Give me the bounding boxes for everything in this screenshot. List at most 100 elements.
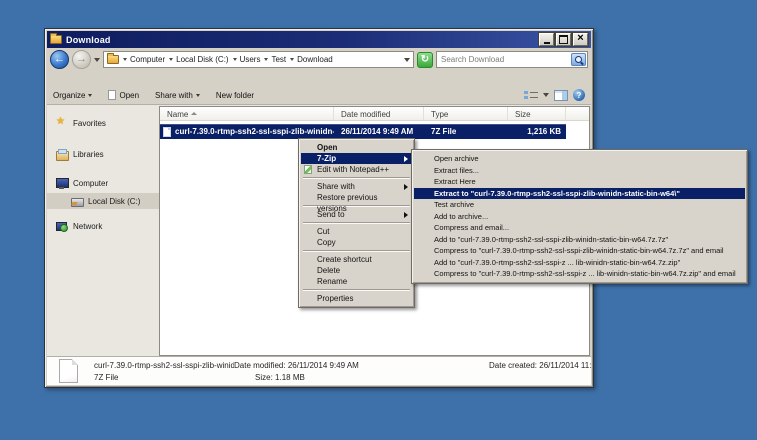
submenu-item[interactable]: Extract Here — [414, 176, 745, 188]
breadcrumb-item[interactable]: Computer — [121, 55, 167, 64]
submenu-arrow-icon — [404, 184, 408, 190]
forward-icon[interactable]: → — [72, 50, 91, 69]
context-menu-item[interactable]: Share with — [301, 181, 412, 192]
seven-zip-submenu: Open archive Extract files... Extract He… — [411, 149, 748, 284]
breadcrumb-item[interactable]: Local Disk (C:) — [167, 55, 230, 64]
context-menu-item[interactable]: Create shortcut — [301, 254, 412, 265]
submenu-arrow-icon — [404, 156, 408, 162]
close-button[interactable] — [573, 33, 588, 46]
menu-separator — [303, 289, 410, 291]
sidebar-item-label: Favorites — [73, 119, 106, 128]
command-bar-item[interactable]: Open — [108, 90, 139, 100]
menu-item-label: Create shortcut — [317, 255, 372, 264]
command-bar-item-label: Open — [119, 91, 139, 100]
sidebar-item[interactable]: Local Disk (C:) — [47, 193, 159, 209]
menu-item-label: 7-Zip — [317, 154, 336, 163]
sidebar-item-label: Computer — [73, 179, 108, 188]
details-date-created: Date created: 26/11/2014 11:34 AM — [489, 361, 591, 370]
breadcrumb-item[interactable]: Test — [262, 55, 288, 64]
search-input[interactable] — [441, 55, 571, 64]
submenu-item[interactable]: Compress to "curl-7.39.0-rtmp-ssh2-ssl-s… — [414, 268, 745, 280]
context-menu-item[interactable]: Send to — [301, 209, 412, 220]
submenu-item[interactable]: Extract files... — [414, 165, 745, 177]
refresh-icon[interactable]: ↻ — [417, 52, 433, 68]
sidebar-item[interactable]: Network — [47, 218, 159, 234]
dropdown-arrow-icon — [196, 94, 200, 97]
sidebar-item-icon — [56, 149, 68, 160]
submenu-item-label: Extract to "curl-7.39.0-rtmp-ssh2-ssl-ss… — [434, 189, 680, 198]
minimize-button[interactable] — [539, 33, 554, 46]
address-dropdown-icon[interactable] — [404, 58, 410, 62]
context-menu-item[interactable]: Restore previous versions — [301, 192, 412, 203]
submenu-item[interactable]: Add to "curl-7.39.0-rtmp-ssh2-ssl-sspi-z… — [414, 257, 745, 269]
context-menu-item[interactable]: Cut — [301, 226, 412, 237]
submenu-item[interactable]: Open archive — [414, 153, 745, 165]
context-menu-item[interactable]: Open — [301, 142, 412, 153]
submenu-item[interactable]: Test archive — [414, 199, 745, 211]
file-name: curl-7.39.0-rtmp-ssh2-ssl-sspi-zlib-wini… — [175, 127, 334, 136]
submenu-item-label: Extract files... — [434, 166, 479, 175]
breadcrumb[interactable]: Computer Local Disk (C:) Users Test — [103, 51, 414, 68]
context-menu-item[interactable]: 7-Zip — [301, 153, 412, 164]
title-bar[interactable]: Download — [47, 31, 591, 48]
submenu-item-label: Extract Here — [434, 177, 476, 186]
navigation-pane: Favorites Libraries Computer Local Disk … — [47, 106, 159, 356]
menu-bar — [47, 71, 591, 86]
details-file-type: 7Z File — [94, 373, 234, 382]
command-bar-item[interactable]: Organize — [53, 91, 92, 100]
date-modified-label: Date modified: — [234, 361, 286, 370]
breadcrumb-item[interactable]: Users — [231, 55, 263, 64]
file-size: 1,216 KB — [508, 127, 566, 136]
sort-ascending-icon — [191, 112, 197, 115]
details-grid: curl-7.39.0-rtmp-ssh2-ssl-sspi-zlib-wini… — [94, 359, 591, 383]
maximize-button[interactable] — [556, 33, 571, 46]
details-file-name: curl-7.39.0-rtmp-ssh2-ssl-sspi-zlib-wini… — [94, 361, 234, 370]
breadcrumb-item-label: Users — [240, 55, 261, 64]
help-icon[interactable]: ? — [573, 89, 585, 101]
command-bar-item[interactable]: Share with — [155, 91, 200, 100]
command-bar-right: ? — [524, 89, 585, 101]
context-menu-item[interactable]: Rename — [301, 276, 412, 287]
views-icon[interactable] — [524, 90, 538, 101]
context-menu-item[interactable]: Edit with Notepad++ — [301, 164, 412, 175]
file-type: 7Z File — [424, 127, 508, 136]
breadcrumb-items: Computer Local Disk (C:) Users Test — [121, 55, 335, 64]
submenu-item-label: Add to "curl-7.39.0-rtmp-ssh2-ssl-sspi-z… — [434, 235, 668, 244]
context-menu-item[interactable]: Properties — [301, 293, 412, 304]
column-header-size[interactable]: Size — [508, 107, 566, 120]
file-icon — [108, 90, 116, 100]
search-box[interactable] — [436, 51, 588, 68]
file-row[interactable]: curl-7.39.0-rtmp-ssh2-ssl-sspi-zlib-wini… — [160, 124, 566, 139]
breadcrumb-item-label: Test — [271, 55, 286, 64]
search-icon[interactable] — [571, 53, 586, 66]
context-menu-item[interactable]: Delete — [301, 265, 412, 276]
context-menu-item[interactable]: Copy — [301, 237, 412, 248]
breadcrumb-item-label: Computer — [130, 55, 165, 64]
submenu-item[interactable]: Compress and email... — [414, 222, 745, 234]
history-dropdown-icon[interactable] — [94, 58, 100, 62]
breadcrumb-separator-icon — [290, 58, 294, 61]
file-icon — [163, 127, 171, 137]
submenu-item[interactable]: Add to archive... — [414, 211, 745, 223]
submenu-item[interactable]: Extract to "curl-7.39.0-rtmp-ssh2-ssl-ss… — [414, 188, 745, 200]
submenu-item-label: Compress to "curl-7.39.0-rtmp-ssh2-ssl-s… — [434, 246, 724, 255]
column-header-type[interactable]: Type — [424, 107, 508, 120]
file-date-modified: 26/11/2014 9:49 AM — [334, 127, 424, 136]
sidebar-item[interactable]: Favorites — [47, 115, 159, 131]
command-bar-item-label: Share with — [155, 91, 193, 100]
column-header-date-modified[interactable]: Date modified — [334, 107, 424, 120]
menu-item-icon — [304, 165, 312, 174]
window-title: Download — [66, 35, 535, 45]
sidebar-item[interactable]: Computer — [47, 175, 159, 191]
sidebar-item[interactable]: Libraries — [47, 146, 159, 162]
preview-pane-icon[interactable] — [554, 90, 568, 101]
back-icon[interactable]: ← — [50, 50, 69, 69]
submenu-item[interactable]: Compress to "curl-7.39.0-rtmp-ssh2-ssl-s… — [414, 245, 745, 257]
views-dropdown-icon[interactable] — [543, 93, 549, 97]
submenu-item[interactable]: Add to "curl-7.39.0-rtmp-ssh2-ssl-sspi-z… — [414, 234, 745, 246]
command-bar-item[interactable]: New folder — [216, 91, 254, 100]
breadcrumb-item[interactable]: Download — [288, 55, 335, 64]
column-header-name[interactable]: Name — [160, 107, 334, 120]
details-date-modified: Date modified: 26/11/2014 9:49 AM — [234, 361, 489, 370]
sidebar-item-label: Local Disk (C:) — [88, 197, 140, 206]
